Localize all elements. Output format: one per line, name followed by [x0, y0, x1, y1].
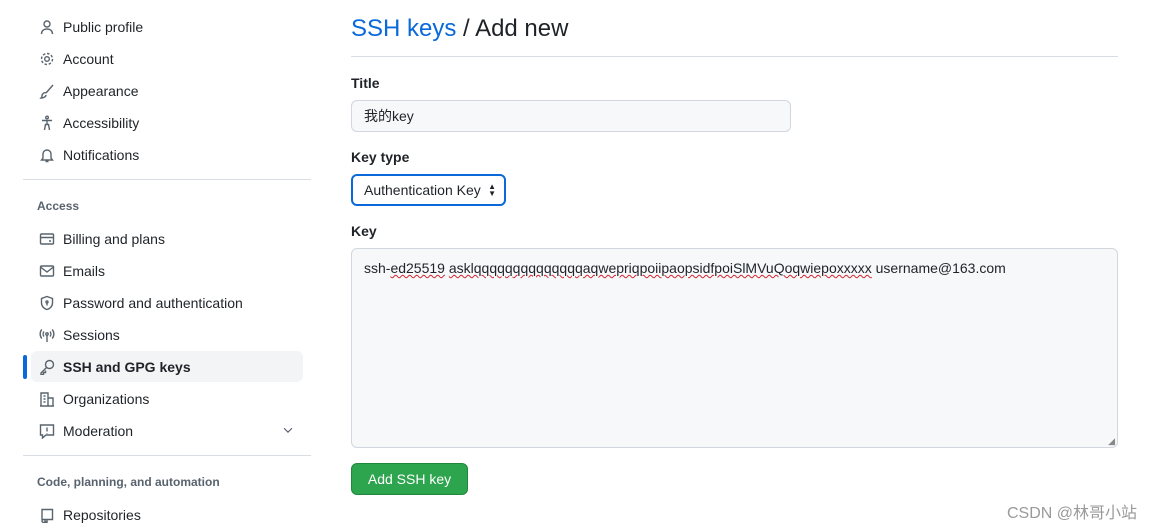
title-label: Title [351, 75, 380, 91]
person-icon [39, 19, 55, 35]
report-icon [39, 423, 55, 439]
add-ssh-key-button[interactable]: Add SSH key [351, 463, 468, 495]
key-icon [39, 359, 55, 375]
sidebar-item-sessions[interactable]: Sessions [31, 319, 303, 350]
sidebar-item-repositories[interactable]: Repositories [31, 499, 303, 530]
key-text: username@163.com [871, 260, 1006, 276]
sidebar-item-label: Appearance [63, 82, 139, 99]
sidebar-item-public-profile[interactable]: Public profile [31, 11, 303, 42]
divider [23, 455, 311, 456]
sidebar-item-password-and-authentication[interactable]: Password and authentication [31, 287, 303, 318]
shield-icon [39, 295, 55, 311]
sidebar-item-label: Notifications [63, 146, 140, 163]
sidebar-item-appearance[interactable]: Appearance [31, 75, 303, 106]
divider [351, 56, 1118, 57]
page-title-text: Add new [475, 15, 569, 42]
sidebar-item-label: Password and authentication [63, 294, 243, 311]
key-text: ssh- [364, 260, 391, 276]
page-title: SSH keys / Add new [351, 15, 568, 43]
sidebar-item-label: Account [63, 50, 114, 67]
sidebar-item-label: SSH and GPG keys [63, 358, 191, 375]
sidebar-item-label: Organizations [63, 390, 150, 407]
sidebar-item-accessibility[interactable]: Accessibility [31, 107, 303, 138]
key-textarea[interactable]: ssh-ed25519 asklqqqqqqqqqqqqqqaqwepriqpo… [351, 248, 1118, 448]
ssh-keys-link[interactable]: SSH keys [351, 15, 456, 42]
active-indicator [23, 355, 27, 379]
resize-handle-icon[interactable]: ◢ [1108, 436, 1115, 447]
accessibility-icon [39, 115, 55, 131]
sidebar-item-label: Sessions [63, 326, 120, 343]
key-text: asklqqqqqqqqqqqqqqaqwepriqpoiipaopsidfpo… [448, 260, 872, 276]
sidebar-item-organizations[interactable]: Organizations [31, 383, 303, 414]
sidebar-item-label: Repositories [63, 506, 141, 523]
breadcrumb-separator: / [456, 15, 476, 42]
key-type-label: Key type [351, 149, 410, 165]
sidebar-item-label: Accessibility [63, 114, 140, 131]
chevron-down-icon[interactable] [281, 423, 295, 440]
repo-icon [39, 507, 55, 523]
mail-icon [39, 263, 55, 279]
key-text: ed25519 [390, 260, 445, 276]
bell-icon [39, 147, 55, 163]
broadcast-icon [39, 327, 55, 343]
sidebar-item-label: Emails [63, 262, 106, 279]
select-arrows-icon: ▲ ▼ [488, 182, 496, 198]
sidebar-item-account[interactable]: Account [31, 43, 303, 74]
sidebar-item-billing-and-plans[interactable]: Billing and plans [31, 223, 303, 254]
organization-icon [39, 391, 55, 407]
divider [23, 179, 311, 180]
title-input[interactable]: 我的key [351, 100, 791, 132]
sidebar-item-emails[interactable]: Emails [31, 255, 303, 286]
sidebar-item-moderation[interactable]: Moderation [31, 415, 303, 446]
key-type-select[interactable]: Authentication Key ▲ ▼ [351, 174, 506, 206]
sidebar-item-notifications[interactable]: Notifications [31, 139, 303, 170]
sidebar-item-label: Moderation [63, 422, 134, 439]
key-label: Key [351, 223, 377, 239]
access-heading: Access [37, 199, 80, 213]
gear-icon [39, 51, 55, 67]
paintbrush-icon [39, 83, 55, 99]
sidebar-item-ssh-and-gpg-keys[interactable]: SSH and GPG keys [31, 351, 303, 382]
credit-card-icon [39, 231, 55, 247]
key-type-value: Authentication Key [364, 182, 481, 198]
watermark: CSDN @林哥小站 [1006, 505, 1137, 522]
sidebar-item-label: Billing and plans [63, 230, 165, 247]
code-heading: Code, planning, and automation [37, 475, 220, 489]
sidebar-item-label: Public profile [63, 18, 144, 35]
